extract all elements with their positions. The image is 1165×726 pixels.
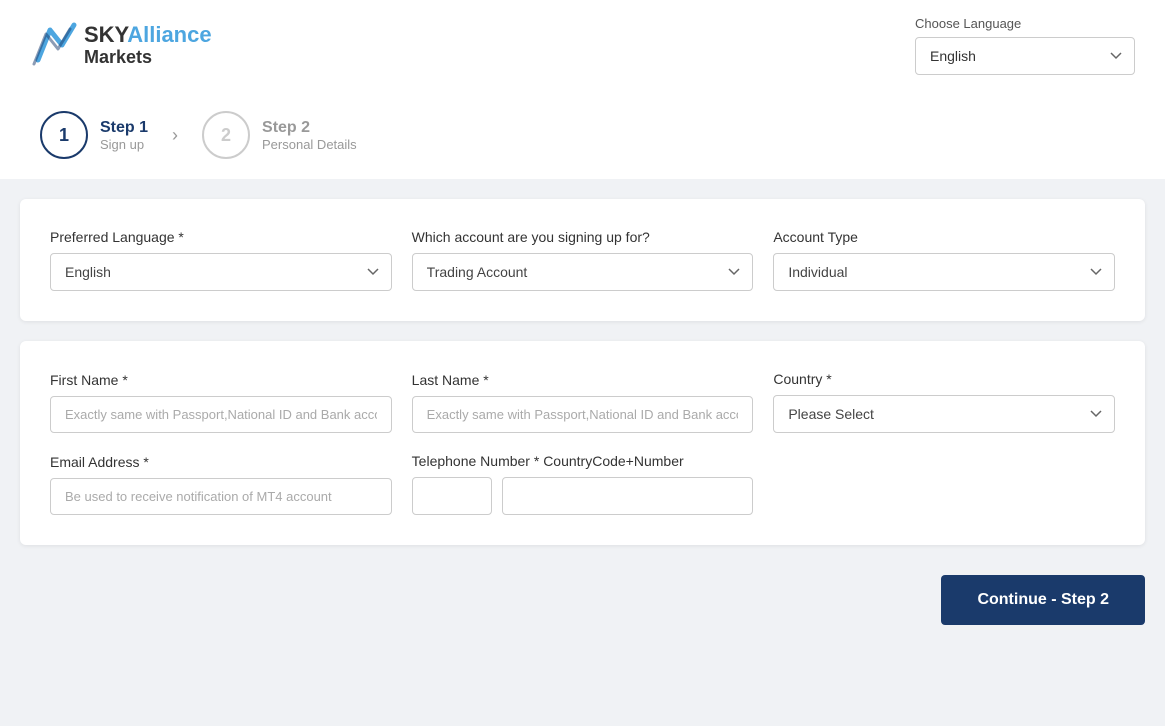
- account-type-select[interactable]: Individual Corporate: [773, 253, 1115, 291]
- logo: SKYAlliance Markets: [30, 20, 212, 72]
- step-1-number: 1: [59, 125, 69, 146]
- logo-sky-text: SKY: [84, 22, 127, 47]
- account-question-select[interactable]: Trading Account Demo Account: [412, 253, 754, 291]
- step-1-subtitle: Sign up: [100, 137, 148, 152]
- step-2-circle: 2: [202, 111, 250, 159]
- account-question-label: Which account are you signing up for?: [412, 229, 754, 245]
- country-select[interactable]: Please Select: [773, 395, 1115, 433]
- logo-icon: [30, 20, 78, 72]
- step-2-info: Step 2 Personal Details: [262, 119, 357, 152]
- account-type-label: Account Type: [773, 229, 1115, 245]
- telephone-row: [412, 477, 754, 515]
- contact-row: Email Address * Telephone Number * Count…: [50, 453, 1115, 515]
- preferred-language-select[interactable]: English Arabic Chinese: [50, 253, 392, 291]
- language-dropdown[interactable]: English Arabic Chinese: [915, 37, 1135, 75]
- preferred-language-label: Preferred Language *: [50, 229, 392, 245]
- personal-details-card: First Name * Last Name * Country * Pleas…: [20, 341, 1145, 545]
- country-label: Country *: [773, 371, 1115, 387]
- account-preferences-card: Preferred Language * English Arabic Chin…: [20, 199, 1145, 321]
- step-1-info: Step 1 Sign up: [100, 119, 148, 152]
- step-2-title: Step 2: [262, 119, 357, 137]
- last-name-input[interactable]: [412, 396, 754, 433]
- last-name-label: Last Name *: [412, 372, 754, 388]
- first-name-input[interactable]: [50, 396, 392, 433]
- email-input[interactable]: [50, 478, 392, 515]
- account-form-row: Preferred Language * English Arabic Chin…: [50, 229, 1115, 291]
- first-name-group: First Name *: [50, 372, 392, 433]
- step-2-item: 2 Step 2 Personal Details: [202, 111, 357, 159]
- last-name-group: Last Name *: [412, 372, 754, 433]
- telephone-group: Telephone Number * CountryCode+Number: [412, 453, 754, 515]
- header: SKYAlliance Markets Choose Language Engl…: [0, 0, 1165, 91]
- step-2-subtitle: Personal Details: [262, 137, 357, 152]
- step-1-title: Step 1: [100, 119, 148, 137]
- telephone-number-input[interactable]: [502, 477, 754, 515]
- telephone-code-input[interactable]: [412, 477, 492, 515]
- logo-alliance-text: Alliance: [127, 22, 211, 47]
- step-1-item: 1 Step 1 Sign up: [40, 111, 148, 159]
- account-type-question-group: Which account are you signing up for? Tr…: [412, 229, 754, 291]
- footer-area: Continue - Step 2: [0, 565, 1165, 645]
- logo-markets-text: Markets: [84, 47, 212, 68]
- account-type-group: Account Type Individual Corporate: [773, 229, 1115, 291]
- logo-text: SKYAlliance Markets: [84, 23, 212, 68]
- steps-bar: 1 Step 1 Sign up › 2 Step 2 Personal Det…: [0, 91, 1165, 179]
- email-label: Email Address *: [50, 454, 392, 470]
- preferred-language-group: Preferred Language * English Arabic Chin…: [50, 229, 392, 291]
- country-group: Country * Please Select: [773, 371, 1115, 433]
- step-arrow: ›: [172, 125, 178, 146]
- step-2-number: 2: [221, 125, 231, 146]
- first-name-label: First Name *: [50, 372, 392, 388]
- step-1-circle: 1: [40, 111, 88, 159]
- language-section: Choose Language English Arabic Chinese: [915, 16, 1135, 75]
- email-group: Email Address *: [50, 454, 392, 515]
- name-row: First Name * Last Name * Country * Pleas…: [50, 371, 1115, 433]
- telephone-label: Telephone Number * CountryCode+Number: [412, 453, 754, 469]
- continue-button[interactable]: Continue - Step 2: [941, 575, 1145, 625]
- language-label: Choose Language: [915, 16, 1021, 31]
